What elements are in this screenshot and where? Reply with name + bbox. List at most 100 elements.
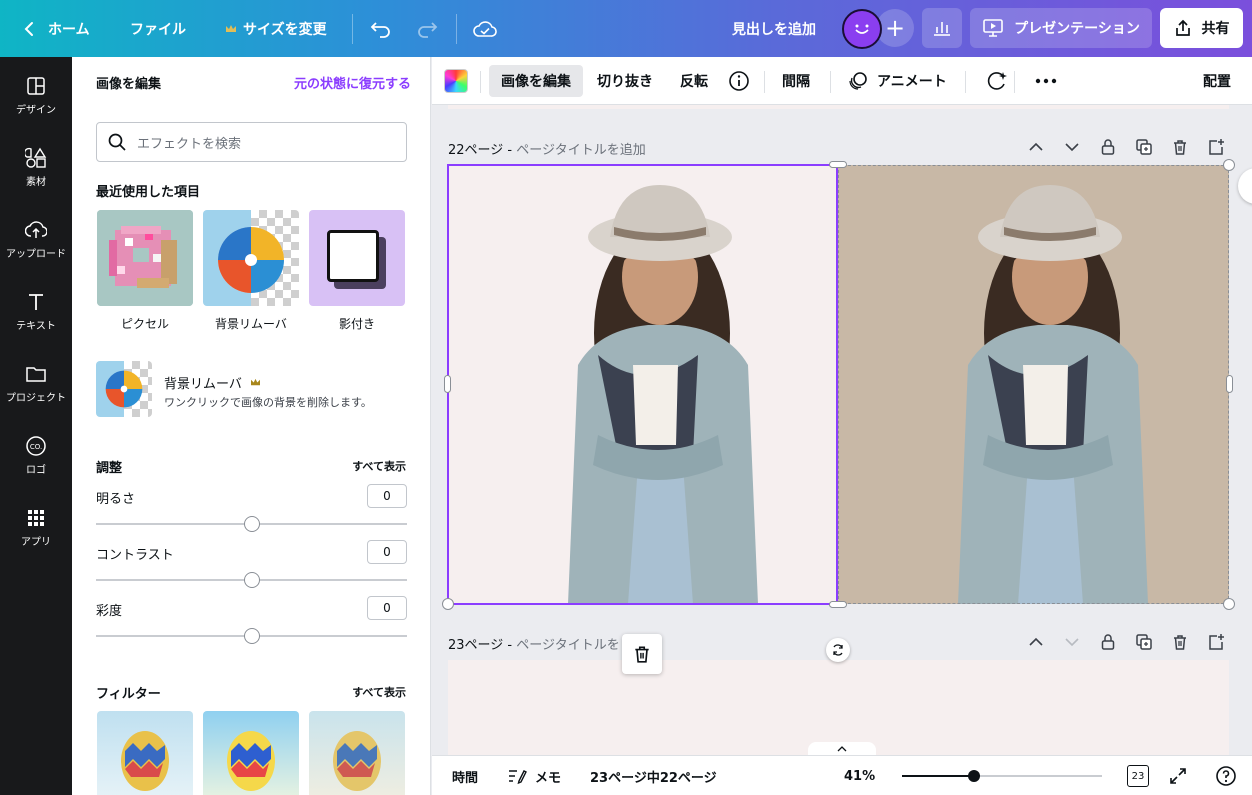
edit-image-button[interactable]: 画像を編集 [489, 65, 583, 97]
page-grid-button[interactable]: 23 [1127, 756, 1149, 795]
help-button[interactable] [1215, 756, 1237, 795]
rotate-icon [833, 644, 843, 656]
color-picker-swatch[interactable] [444, 69, 468, 93]
bg-remover-title-row[interactable]: 背景リムーバ [164, 373, 261, 392]
page-22-header[interactable]: 22ページ - ページタイトルを追加 [448, 139, 646, 158]
brightness-slider-knob[interactable] [243, 516, 260, 532]
filter-thumb-1[interactable] [97, 711, 193, 795]
apps-icon [28, 510, 44, 526]
adjust-see-all-link[interactable]: すべて表示 [352, 458, 406, 474]
position-button[interactable]: 配置 [1191, 65, 1243, 97]
effect-shadow[interactable] [309, 210, 405, 306]
rotate-handle[interactable] [826, 638, 850, 662]
animate-button[interactable]: アニメート [835, 65, 959, 97]
duplicate-icon[interactable] [1135, 633, 1153, 651]
crop-button[interactable]: 切り抜き [585, 65, 665, 97]
bottom-panel-expand-tab[interactable] [808, 742, 876, 756]
resize-button[interactable]: サイズを変更 [225, 0, 327, 57]
search-placeholder: エフェクトを検索 [137, 136, 242, 152]
recent-label-bg-remover: 背景リムーバ [215, 317, 287, 331]
elements-icon [25, 147, 47, 168]
animate-label: アニメート [877, 74, 947, 90]
contrast-slider-knob[interactable] [243, 572, 260, 588]
chevron-up-icon[interactable] [1027, 138, 1045, 156]
filter-thumb-2[interactable] [203, 711, 299, 795]
resize-handle-top-right[interactable] [1223, 159, 1235, 171]
chevron-down-icon[interactable] [1063, 138, 1081, 156]
effect-search-input[interactable]: エフェクトを検索 [96, 122, 407, 162]
share-button[interactable]: 共有 [1160, 8, 1243, 48]
more-button[interactable] [1023, 65, 1069, 97]
resize-handle-right-mid[interactable] [1226, 375, 1233, 393]
resize-handle-bottom-mid[interactable] [829, 601, 847, 608]
svg-text:CO.: CO. [30, 443, 42, 451]
redo-button[interactable] [416, 0, 438, 57]
avatar[interactable] [842, 9, 882, 49]
rail-text[interactable]: テキスト [0, 291, 72, 332]
cloud-save-button[interactable] [473, 0, 497, 57]
rail-logo[interactable]: CO. ロゴ [0, 435, 72, 476]
magic-sparkle-icon [987, 72, 1007, 90]
bg-remover-row-thumb[interactable] [96, 361, 152, 417]
spacing-button[interactable]: 間隔 [770, 65, 822, 97]
page-23-header[interactable]: 23ページ - ページタイトルを [448, 634, 620, 653]
insights-button[interactable] [922, 8, 962, 48]
edit-image-panel: 画像を編集 元の状態に復元する エフェクトを検索 最近使用した項目 ピクセル 背… [72, 57, 431, 795]
side-collapse-tab[interactable] [1238, 168, 1252, 204]
effect-bg-remover[interactable] [203, 210, 299, 306]
resize-handle-bottom-left[interactable] [442, 598, 454, 610]
rail-apps[interactable]: アプリ [0, 507, 72, 548]
saturation-slider-knob[interactable] [243, 628, 260, 644]
notes-button[interactable]: メモ [507, 756, 561, 795]
resize-handle-left-mid[interactable] [444, 375, 451, 393]
zoom-percent-label: 41% [844, 768, 876, 784]
trash-icon[interactable] [1171, 633, 1189, 651]
lock-icon[interactable] [1099, 633, 1117, 651]
position-label: 配置 [1203, 74, 1231, 90]
filter-title: フィルター [96, 687, 161, 702]
file-menu[interactable]: ファイル [130, 0, 186, 57]
flip-button[interactable]: 反転 [668, 65, 720, 97]
info-button[interactable] [716, 65, 762, 97]
context-toolbar: 画像を編集 切り抜き 反転 間隔 アニメート 配置 [432, 57, 1252, 105]
resize-handle-bottom-right[interactable] [1223, 598, 1235, 610]
filter-see-all-link[interactable]: すべて表示 [352, 684, 406, 700]
add-page-icon[interactable] [1207, 633, 1225, 651]
undo-button[interactable] [370, 0, 392, 57]
floating-delete-button[interactable] [622, 634, 662, 674]
duplicate-icon[interactable] [1135, 138, 1153, 156]
share-label: 共有 [1201, 21, 1230, 37]
zoom-percent[interactable]: 41% [844, 756, 875, 795]
info-icon [729, 71, 749, 91]
filter-thumb-3[interactable] [309, 711, 405, 795]
rail-design[interactable]: デザイン [0, 75, 72, 116]
home-label: ホーム [48, 21, 90, 38]
page-23-title[interactable]: ページタイトルを [516, 638, 619, 653]
add-page-icon[interactable] [1207, 138, 1225, 156]
rail-elements[interactable]: 素材 [0, 147, 72, 188]
zoom-slider-knob[interactable] [968, 770, 980, 782]
saturation-value-input[interactable]: 0 [367, 596, 407, 620]
chevron-left-icon [24, 21, 33, 36]
rail-apps-label: アプリ [21, 537, 51, 548]
present-button[interactable]: プレゼンテーション [970, 8, 1152, 48]
lock-icon[interactable] [1099, 138, 1117, 156]
home-button[interactable]: ホーム [22, 0, 90, 57]
trash-icon[interactable] [1171, 138, 1189, 156]
page-22-title[interactable]: ページタイトルを追加 [516, 143, 645, 158]
chevron-down-icon[interactable] [1063, 633, 1081, 651]
rail-upload[interactable]: アップロード [0, 219, 72, 260]
resize-handle-top-mid[interactable] [829, 161, 847, 168]
undo-icon [370, 21, 390, 38]
effect-pixelate[interactable] [97, 210, 193, 306]
add-heading-button[interactable]: 見出しを追加 [732, 0, 816, 57]
contrast-value-input[interactable]: 0 [367, 540, 407, 564]
chevron-up-icon[interactable] [1027, 633, 1045, 651]
timer-button[interactable]: 時間 [452, 756, 478, 795]
brightness-value-input[interactable]: 0 [367, 484, 407, 508]
restore-original-link[interactable]: 元の状態に復元する [294, 73, 411, 92]
fullscreen-button[interactable] [1168, 756, 1188, 795]
page-indicator: 23ページ中22ページ [590, 756, 717, 795]
rail-projects[interactable]: プロジェクト [0, 363, 72, 404]
smile-icon [855, 24, 869, 34]
